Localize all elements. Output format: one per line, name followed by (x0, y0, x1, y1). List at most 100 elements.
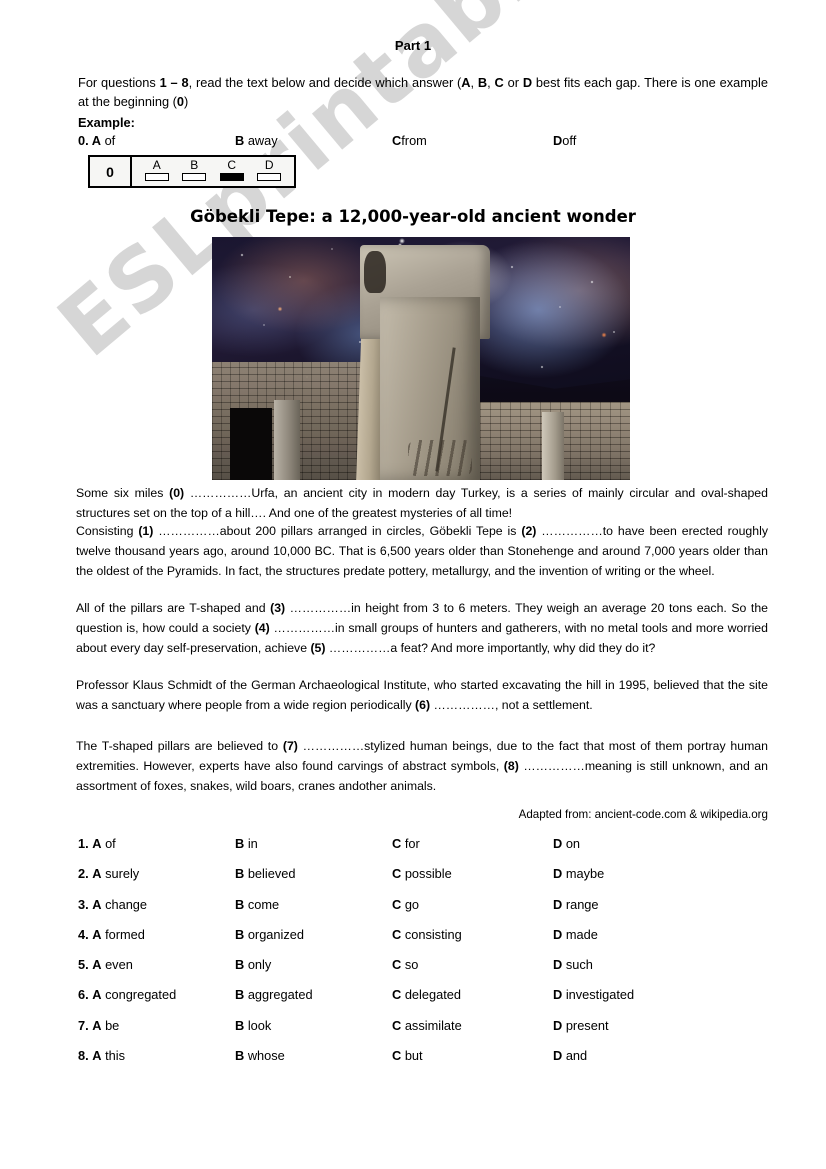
question-6-letter-d: D (553, 987, 563, 1003)
question-7-text-b: look (247, 1017, 272, 1033)
question-7-text-c: assimilate (404, 1017, 462, 1033)
question-row: 3. A change B come C go D range (76, 897, 776, 927)
answer-bubble-c[interactable]: C (215, 158, 249, 181)
question-8-option-d[interactable]: D and (553, 1048, 587, 1063)
example-option-c-text: from (401, 133, 427, 148)
question-6-text-c: delegated (404, 987, 462, 1003)
source-attribution: Adapted from: ancient-code.com & wikiped… (518, 808, 768, 821)
question-1-text-d: on (565, 836, 581, 851)
question-1-number: 1. (78, 836, 89, 851)
question-8-option-a[interactable]: 8. A this (78, 1048, 125, 1063)
question-5-option-d[interactable]: D such (553, 957, 593, 972)
question-6-option-a[interactable]: 6. A congregated (78, 987, 176, 1002)
question-7-option-b[interactable]: B look (235, 1018, 271, 1033)
question-5-number: 5. (78, 957, 89, 973)
question-1-option-d[interactable]: D on (553, 836, 580, 851)
question-4-letter-a: A (92, 926, 102, 942)
question-4-option-a[interactable]: 4. A formed (78, 927, 145, 942)
question-4-option-c[interactable]: C consisting (392, 927, 462, 942)
question-4-letter-d: D (553, 926, 563, 942)
question-7-letter-d: D (553, 1017, 563, 1033)
answer-bubble-a-letter: A (152, 158, 161, 172)
question-1-option-c[interactable]: C for (392, 836, 420, 851)
question-row: 7. A be B look C assimilate D present (76, 1018, 776, 1048)
example-option-d-text: off (562, 133, 577, 148)
example-option-d-letter: D (553, 133, 563, 148)
question-6-letter-b: B (235, 987, 245, 1003)
question-2-option-c[interactable]: C possible (392, 866, 452, 881)
answer-bubble-b-letter: B (190, 158, 199, 172)
answer-box-choices: A B C D (132, 157, 294, 186)
question-8-letter-c: C (392, 1048, 402, 1064)
question-1-text-b: in (247, 836, 258, 851)
question-7-option-c[interactable]: C assimilate (392, 1018, 462, 1033)
small-pillar-right (542, 412, 564, 480)
article-paragraph-3: All of the pillars are T-shaped and (3) … (76, 601, 769, 656)
question-4-option-b[interactable]: B organized (235, 927, 304, 942)
question-3-number: 3. (78, 896, 89, 912)
answer-bubble-a[interactable]: A (140, 158, 174, 181)
example-option-a-letter: 0. A (78, 133, 101, 148)
question-3-option-b[interactable]: B come (235, 897, 279, 912)
question-6-option-c[interactable]: C delegated (392, 987, 461, 1002)
question-5-option-c[interactable]: C so (392, 957, 418, 972)
question-8-text-d: and (565, 1048, 588, 1064)
wall-doorway (230, 408, 272, 480)
question-1-letter-c: C (392, 836, 402, 851)
question-4-option-d[interactable]: D made (553, 927, 598, 942)
question-2-letter-b: B (235, 866, 245, 882)
answer-bubble-c-mark[interactable] (219, 173, 244, 181)
answer-bubble-a-mark[interactable] (144, 173, 169, 181)
gobekli-tepe-photo (212, 237, 630, 480)
question-5-letter-c: C (392, 957, 402, 973)
question-2-letter-c: C (392, 866, 402, 882)
question-2-option-d[interactable]: D maybe (553, 866, 604, 881)
example-option-c: Cfrom (392, 133, 427, 148)
example-option-b: B away (235, 133, 278, 148)
example-answer-box[interactable]: 0 A B C D (88, 155, 296, 188)
question-7-number: 7. (78, 1017, 89, 1033)
question-7-letter-a: A (92, 1017, 102, 1033)
question-7-text-d: present (565, 1017, 609, 1033)
question-8-text-c: but (404, 1048, 423, 1064)
answer-bubble-b-mark[interactable] (182, 173, 207, 181)
question-1-option-b[interactable]: B in (235, 836, 258, 851)
question-2-option-a[interactable]: 2. A surely (78, 866, 139, 881)
question-7-letter-c: C (392, 1017, 402, 1033)
question-4-text-c: consisting (404, 926, 462, 942)
question-3-text-b: come (247, 896, 280, 912)
question-1-letter-d: D (553, 836, 563, 851)
question-3-text-c: go (404, 896, 420, 912)
question-5-letter-a: A (92, 957, 102, 973)
question-6-option-d[interactable]: D investigated (553, 987, 634, 1002)
small-pillar-left (274, 400, 300, 480)
question-2-text-d: maybe (565, 866, 605, 882)
question-3-letter-d: D (553, 896, 563, 912)
answer-bubble-d[interactable]: D (252, 158, 286, 181)
question-5-option-a[interactable]: 5. A even (78, 957, 133, 972)
question-row: 1. A of B in C for D on (76, 836, 776, 866)
question-2-option-b[interactable]: B believed (235, 866, 295, 881)
example-option-c-letter: C (392, 133, 402, 148)
answer-bubble-c-letter: C (227, 158, 237, 172)
question-1-letter-b: B (235, 836, 245, 851)
question-5-option-b[interactable]: B only (235, 957, 271, 972)
question-7-option-a[interactable]: 7. A be (78, 1018, 119, 1033)
question-5-text-a: even (105, 957, 133, 973)
question-1-option-a[interactable]: 1. A of (78, 836, 116, 851)
answer-bubble-b[interactable]: B (177, 158, 211, 181)
question-1-text-c: for (404, 836, 420, 851)
example-label: Example: (78, 115, 135, 130)
question-row: 5. A even B only C so D such (76, 957, 776, 987)
question-3-option-d[interactable]: D range (553, 897, 599, 912)
question-8-option-b[interactable]: B whose (235, 1048, 285, 1063)
question-6-option-b[interactable]: B aggregated (235, 987, 313, 1002)
question-3-option-c[interactable]: C go (392, 897, 419, 912)
question-3-option-a[interactable]: 3. A change (78, 897, 147, 912)
question-row: 6. A congregated B aggregated C delegate… (76, 987, 776, 1017)
answer-bubble-d-mark[interactable] (257, 173, 282, 181)
question-8-option-c[interactable]: C but (392, 1048, 423, 1063)
question-7-option-d[interactable]: D present (553, 1018, 609, 1033)
question-list: 1. A of B in C for D on 2. A surely B be… (76, 836, 776, 1078)
question-6-letter-c: C (392, 987, 402, 1003)
